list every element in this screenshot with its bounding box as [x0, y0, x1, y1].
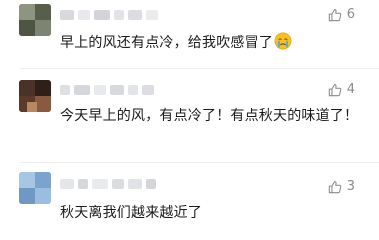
- like-button[interactable]: 4: [328, 82, 355, 98]
- nickname-blurred: [60, 179, 180, 189]
- like-count: 4: [346, 82, 355, 97]
- comment-divider: [20, 162, 379, 163]
- nickname-blurred: [60, 10, 180, 20]
- comment-text-content: 早上的风还有点冷，给我吹感冒了: [60, 35, 273, 51]
- comment-divider: [20, 68, 379, 69]
- nickname-blurred: [60, 85, 170, 95]
- like-count: 3: [346, 179, 355, 194]
- like-button[interactable]: 3: [328, 179, 355, 195]
- comment-text: 早上的风还有点冷，给我吹感冒了: [60, 31, 350, 55]
- avatar[interactable]: [19, 80, 51, 112]
- comment-text-content: 今天早上的风，有点冷了！有点秋天的味道了！: [60, 108, 359, 124]
- like-count: 6: [346, 7, 355, 22]
- thumb-up-icon: [328, 9, 341, 22]
- comment-text: 秋天离我们越来越近了: [60, 201, 350, 225]
- thumb-up-icon: [328, 84, 341, 97]
- comment-text: 今天早上的风，有点冷了！有点秋天的味道了！: [60, 104, 360, 128]
- comment-text-content: 秋天离我们越来越近了: [60, 205, 202, 221]
- crying-face-emoji-icon: [274, 32, 292, 50]
- avatar[interactable]: [19, 172, 51, 204]
- avatar[interactable]: [19, 4, 51, 36]
- thumb-up-icon: [328, 181, 341, 194]
- like-button[interactable]: 6: [328, 7, 355, 23]
